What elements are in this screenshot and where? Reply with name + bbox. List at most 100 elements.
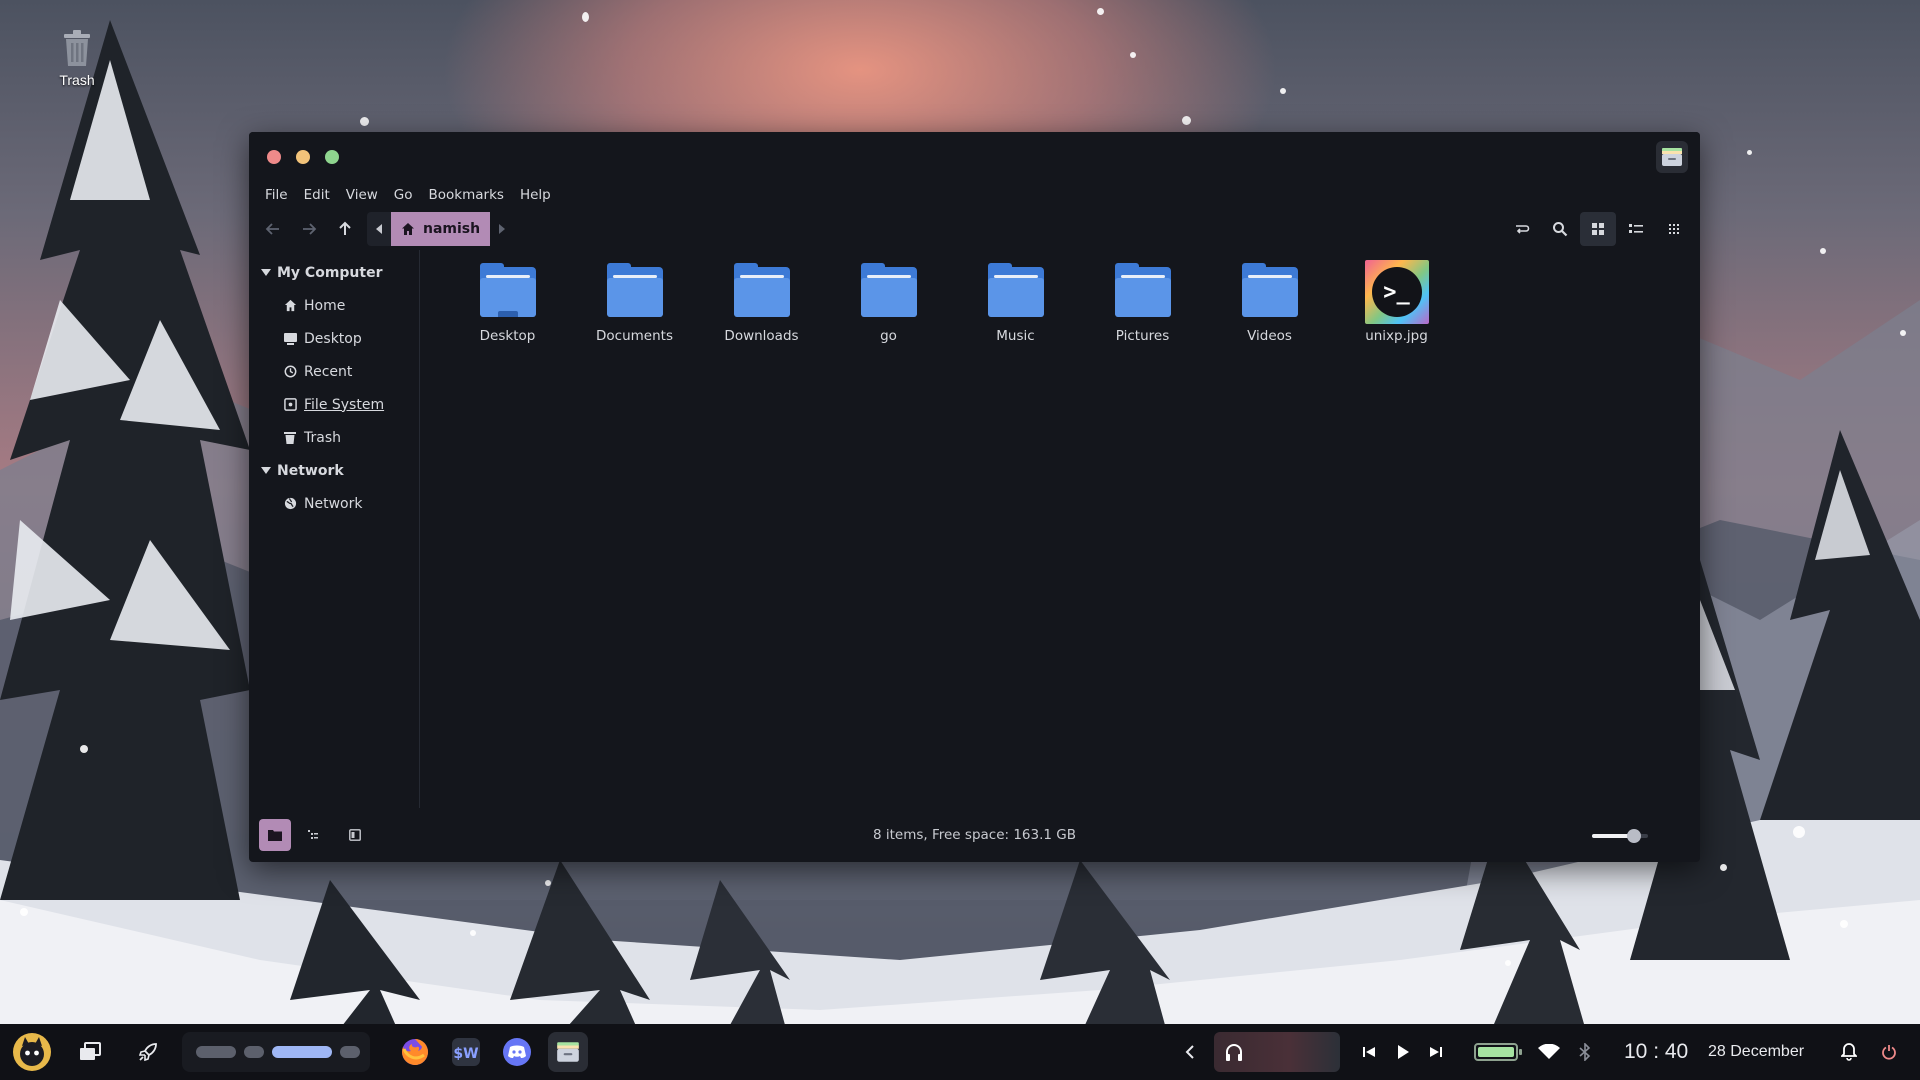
workspace-1[interactable]: [196, 1046, 236, 1058]
bluetooth-icon[interactable]: [1570, 1032, 1600, 1072]
file-name: unixp.jpg: [1365, 328, 1428, 344]
window-titlebar[interactable]: [249, 132, 1700, 182]
file-item-documents[interactable]: Documents: [571, 256, 698, 344]
file-manager-window: File Edit View Go Bookmarks Help namish: [249, 132, 1700, 862]
expand-triangle-icon: [261, 466, 271, 474]
sidebar-section-title: My Computer: [277, 264, 383, 281]
compact-view-icon[interactable]: [1656, 212, 1692, 246]
window-body: My Computer Home Desktop Recent File Sys…: [249, 250, 1700, 808]
home-icon: [402, 223, 414, 235]
next-track-icon[interactable]: [1421, 1032, 1451, 1072]
sidebar-item-desktop[interactable]: Desktop: [249, 322, 419, 355]
desktop-trash-icon[interactable]: Trash: [52, 30, 102, 88]
places-pane-icon[interactable]: [259, 819, 291, 851]
media-player-widget[interactable]: [1214, 1032, 1340, 1072]
folder-icon: [606, 263, 663, 317]
file-view[interactable]: Desktop Documents Downloads go Music Pic…: [420, 250, 1700, 808]
up-arrow-icon[interactable]: [327, 212, 363, 246]
menu-help[interactable]: Help: [512, 187, 559, 203]
tray-collapse-icon[interactable]: [1170, 1032, 1210, 1072]
menu-view[interactable]: View: [338, 187, 386, 203]
minimize-button[interactable]: [296, 150, 310, 164]
back-arrow-icon[interactable]: [255, 212, 291, 246]
sidebar-item-label: File System: [304, 396, 385, 413]
menu-file[interactable]: File: [257, 187, 296, 203]
file-name: Pictures: [1115, 328, 1170, 344]
workspace-4[interactable]: [340, 1046, 360, 1058]
sidebar-item-file-system[interactable]: File System: [249, 388, 419, 421]
folder-icon: [860, 263, 917, 317]
taskbar: $W 10 : 40 28 December: [0, 1024, 1920, 1080]
sidebar-item-label: Desktop: [304, 330, 362, 347]
sidebar-item-label: Recent: [304, 363, 353, 380]
firefox-icon[interactable]: [395, 1032, 435, 1072]
close-button[interactable]: [267, 150, 281, 164]
breadcrumb-home[interactable]: namish: [391, 212, 491, 246]
sidebar-item-label: Home: [304, 297, 346, 314]
zoom-knob[interactable]: [1627, 829, 1641, 843]
zoom-slider[interactable]: [1592, 829, 1648, 843]
sidebar-item-network[interactable]: Network: [249, 487, 419, 520]
launcher-rocket-icon[interactable]: [128, 1032, 168, 1072]
file-name: Downloads: [724, 328, 799, 344]
previous-track-icon[interactable]: [1354, 1032, 1384, 1072]
breadcrumb-right-icon[interactable]: [490, 212, 514, 246]
sidebar-item-recent[interactable]: Recent: [249, 355, 419, 388]
menu-go[interactable]: Go: [386, 187, 421, 203]
maximize-button[interactable]: [325, 150, 339, 164]
toolbar: namish: [249, 208, 1700, 250]
list-view-icon[interactable]: [1618, 212, 1654, 246]
trash-icon: [283, 431, 297, 445]
toggle-sidebar-icon[interactable]: [339, 819, 371, 851]
workspace-indicator: [182, 1032, 370, 1072]
file-item-go[interactable]: go: [825, 256, 952, 344]
status-bar: 8 items, Free space: 163.1 GB: [249, 808, 1700, 862]
user-avatar[interactable]: [12, 1032, 52, 1072]
file-name: Music: [996, 328, 1035, 344]
file-item-downloads[interactable]: Downloads: [698, 256, 825, 344]
sw-icon[interactable]: $W: [446, 1032, 486, 1072]
folder-icon: [733, 263, 790, 317]
sidebar-item-trash[interactable]: Trash: [249, 421, 419, 454]
workspace-2[interactable]: [244, 1046, 264, 1058]
breadcrumb-left-icon[interactable]: [367, 212, 391, 246]
file-item-unixp[interactable]: >_ unixp.jpg: [1333, 256, 1460, 344]
search-icon[interactable]: [1542, 212, 1578, 246]
play-icon[interactable]: [1388, 1032, 1418, 1072]
home-icon: [283, 299, 297, 313]
file-manager-icon[interactable]: [548, 1032, 588, 1072]
file-item-desktop[interactable]: Desktop: [444, 256, 571, 344]
file-item-videos[interactable]: Videos: [1206, 256, 1333, 344]
sidebar-section-my-computer[interactable]: My Computer: [249, 256, 419, 289]
toggle-location-icon[interactable]: [1504, 212, 1540, 246]
clock-date[interactable]: 28 December: [1708, 1024, 1804, 1080]
forward-arrow-icon[interactable]: [291, 212, 327, 246]
window-switcher-icon[interactable]: [70, 1032, 110, 1072]
file-manager-app-icon: [1656, 141, 1688, 173]
sidebar-item-home[interactable]: Home: [249, 289, 419, 322]
clock-time[interactable]: 10 : 40: [1624, 1024, 1688, 1080]
power-icon[interactable]: [1874, 1032, 1904, 1072]
tree-pane-icon[interactable]: [297, 819, 329, 851]
icon-view-icon[interactable]: [1580, 212, 1616, 246]
battery-icon[interactable]: [1474, 1043, 1522, 1061]
file-grid: Desktop Documents Downloads go Music Pic…: [444, 256, 1460, 344]
desktop-icon: [283, 332, 297, 346]
menu-bookmarks[interactable]: Bookmarks: [421, 187, 512, 203]
sidebar-section-network[interactable]: Network: [249, 454, 419, 487]
menu-edit[interactable]: Edit: [296, 187, 338, 203]
sidebar-section-title: Network: [277, 462, 344, 479]
file-item-music[interactable]: Music: [952, 256, 1079, 344]
sidebar: My Computer Home Desktop Recent File Sys…: [249, 250, 420, 808]
discord-icon[interactable]: [497, 1032, 537, 1072]
desktop-trash-label: Trash: [59, 72, 95, 88]
folder-icon: [1241, 263, 1298, 317]
trash-icon: [62, 30, 92, 66]
notifications-bell-icon[interactable]: [1834, 1032, 1864, 1072]
workspace-3-active[interactable]: [272, 1046, 332, 1058]
image-thumbnail: >_: [1364, 260, 1429, 324]
view-controls: [1504, 212, 1692, 246]
file-item-pictures[interactable]: Pictures: [1079, 256, 1206, 344]
svg-text:$W: $W: [453, 1046, 478, 1062]
wifi-icon[interactable]: [1534, 1032, 1564, 1072]
